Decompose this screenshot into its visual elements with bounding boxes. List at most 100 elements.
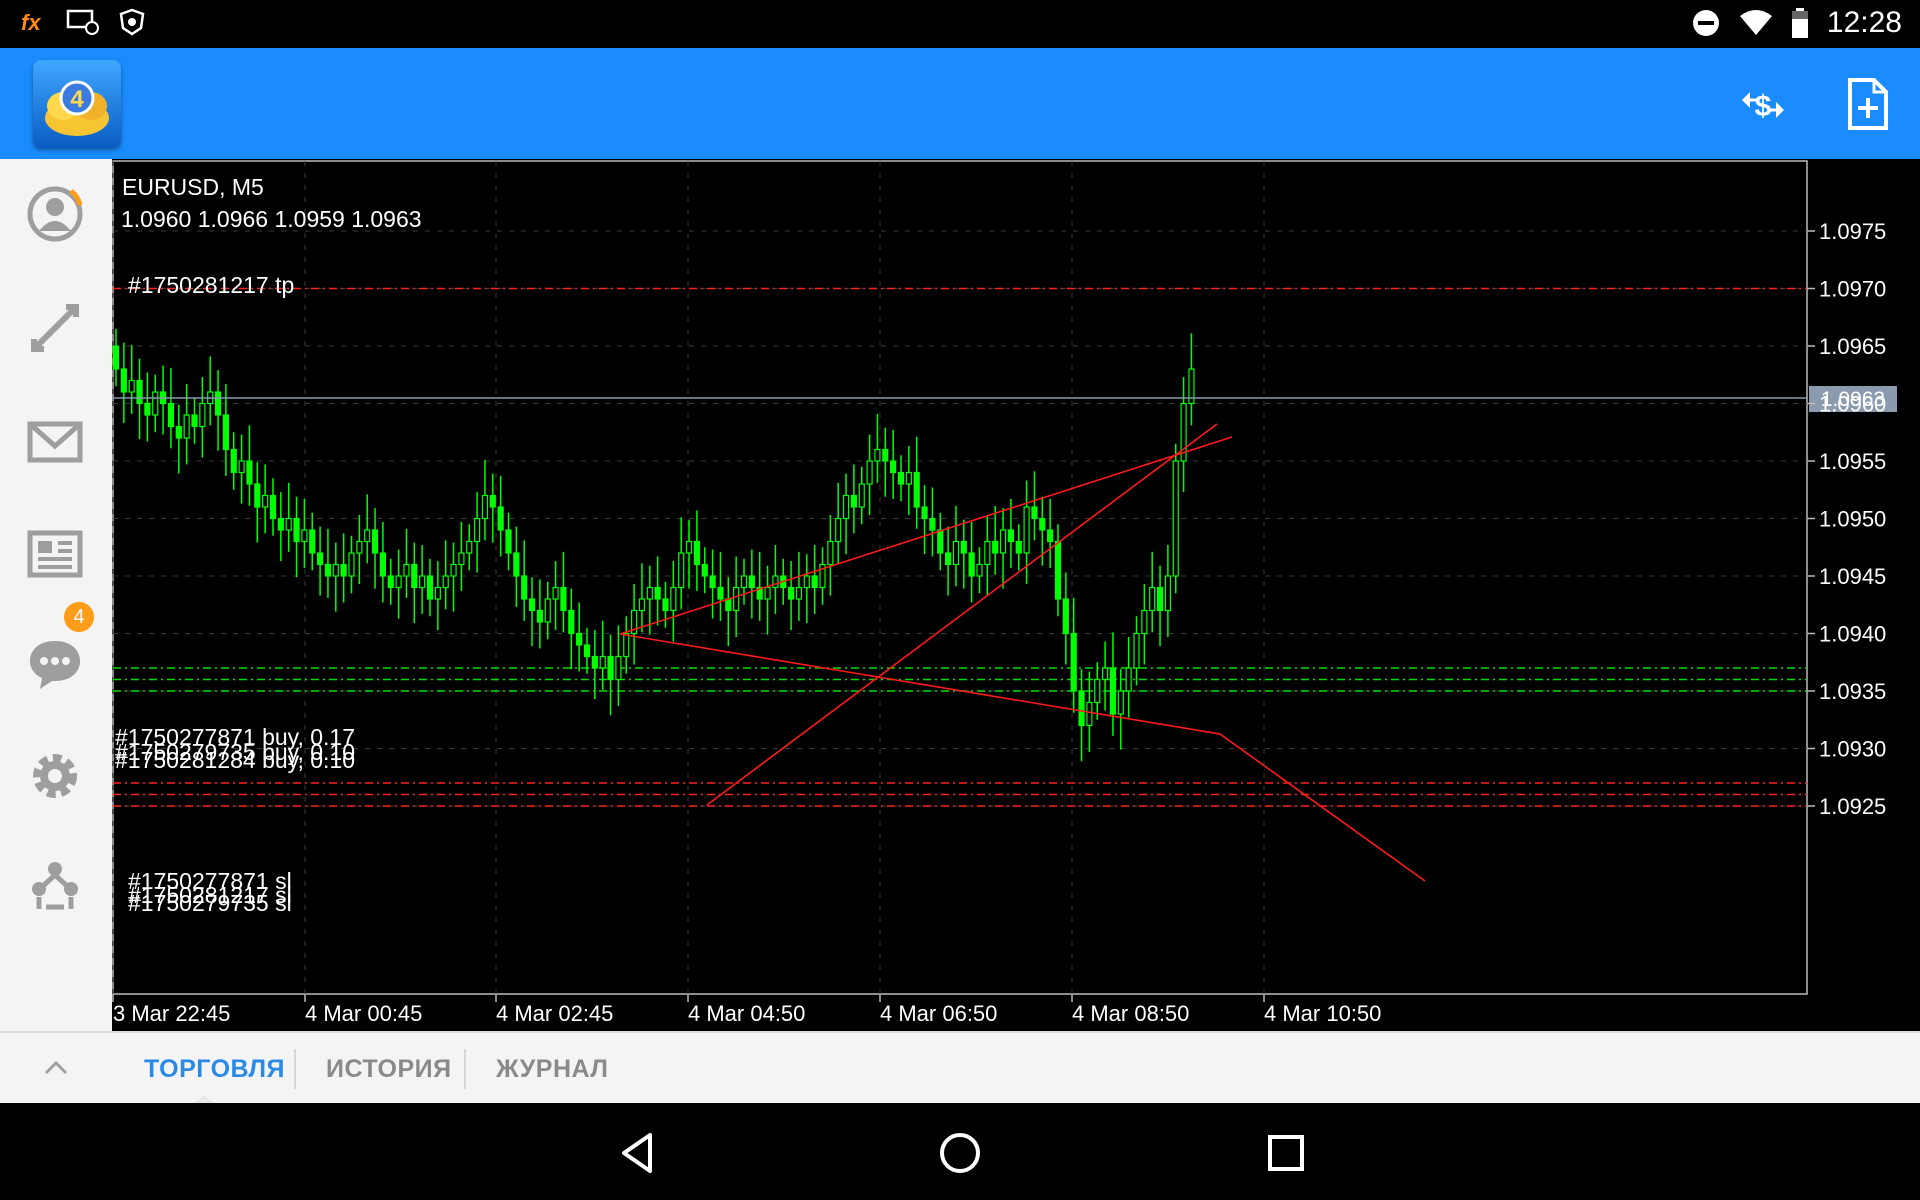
candle-body: [937, 529, 944, 554]
candle-body: [1141, 609, 1148, 635]
trade-arrows-icon[interactable]: [26, 299, 84, 357]
candle-body: [607, 655, 614, 681]
candle-body: [1172, 460, 1179, 577]
candle-body: [269, 494, 277, 520]
tab-history[interactable]: ИСТОРИЯ: [326, 1055, 452, 1084]
candle-body: [442, 575, 449, 589]
metatrader-4-logo[interactable]: 4: [33, 60, 121, 148]
candle-body: [419, 575, 426, 589]
candle-body: [1007, 529, 1015, 543]
candle-body: [999, 529, 1007, 554]
candle-body: [842, 494, 850, 520]
bottom-tab-bar: ТОРГОВЛЯ ИСТОРИЯ ЖУРНАЛ: [0, 1031, 1920, 1105]
traders-community-icon[interactable]: [26, 857, 84, 915]
candle-body: [1133, 632, 1140, 669]
candle-body: [740, 575, 748, 589]
candle-body: [513, 552, 520, 577]
y-tick-label: 1.0945: [1819, 564, 1886, 589]
accounts-icon[interactable]: [26, 185, 84, 243]
chart-symbol: EURUSD, M5: [122, 174, 264, 200]
candle-body: [356, 540, 363, 554]
chat-icon[interactable]: [26, 635, 84, 693]
candle-body: [623, 632, 630, 658]
sidebar: 4: [0, 159, 112, 1031]
candle-body: [897, 471, 905, 485]
candle-body: [913, 471, 920, 508]
candle-body: [317, 552, 324, 566]
candle-body: [332, 563, 339, 577]
candle-body: [246, 460, 253, 485]
candle-body: [1023, 506, 1030, 554]
candle-body: [992, 540, 999, 554]
price-chart[interactable]: 1.0963 EURUSD, M5 1.0960 1.0966 1.0959 1…: [112, 159, 1920, 1031]
battery-icon: [1791, 8, 1808, 38]
y-tick-label: 1.0965: [1819, 334, 1886, 359]
chart-area[interactable]: 1.0963 EURUSD, M5 1.0960 1.0966 1.0959 1…: [112, 159, 1920, 1031]
candle-body: [787, 586, 795, 600]
android-nav-bar: [0, 1103, 1920, 1200]
time-axis: 3 Mar 22:45 4 Mar 00:45 4 Mar 02:45 4 Mar 0…: [112, 994, 1381, 1026]
candle-body: [685, 540, 693, 554]
x-tick-label: 4 Mar 10:50: [1264, 1001, 1381, 1026]
candle-body: [536, 609, 543, 623]
y-tick-label: 1.0930: [1819, 737, 1886, 762]
candle-body: [214, 391, 222, 416]
home-icon[interactable]: [938, 1131, 982, 1175]
remote-display-icon: [66, 9, 99, 35]
candle-body: [1101, 667, 1109, 681]
y-tick-label: 1.0940: [1819, 622, 1886, 647]
candle-body: [1070, 632, 1077, 692]
shield-icon: [119, 8, 145, 36]
back-icon[interactable]: [618, 1131, 658, 1175]
candle-body: [458, 552, 465, 566]
candle-body: [379, 552, 386, 577]
candle-body: [882, 448, 889, 462]
svg-text:4: 4: [70, 86, 84, 113]
recents-icon[interactable]: [1266, 1133, 1306, 1173]
candle-body: [725, 598, 732, 612]
candle-body: [764, 586, 771, 600]
candle-body: [1054, 540, 1062, 600]
candle-body: [199, 402, 206, 428]
chart-ohlc: 1.0960 1.0966 1.0959 1.0963: [121, 206, 422, 232]
settings-icon[interactable]: [26, 747, 84, 805]
candle-body: [638, 598, 646, 612]
candle-body: [599, 655, 606, 669]
mail-icon[interactable]: [26, 414, 84, 472]
candle-body: [701, 563, 708, 577]
candle-body: [222, 414, 230, 451]
tab-trade[interactable]: ТОРГОВЛЯ: [144, 1055, 285, 1084]
new-order-icon[interactable]: [1846, 78, 1890, 132]
price-axis: 1.0975 1.0970 1.0965 1.0960 1.0955 1.0950 1.09…: [1807, 219, 1886, 819]
candle-body: [191, 414, 198, 428]
candle-body: [371, 529, 379, 554]
x-tick-label: 4 Mar 08:50: [1072, 1001, 1189, 1026]
expand-up-icon[interactable]: [40, 1051, 72, 1083]
candle-body: [960, 540, 967, 554]
candle-body: [1047, 529, 1054, 543]
x-tick-label: 4 Mar 04:50: [688, 1001, 805, 1026]
candle-body: [528, 598, 536, 612]
candle-body: [678, 552, 685, 589]
news-icon[interactable]: [26, 525, 84, 583]
candle-body: [1078, 690, 1085, 727]
status-time: 12:28: [1826, 6, 1902, 39]
tab-journal[interactable]: ЖУРНАЛ: [496, 1055, 608, 1084]
candle-body: [521, 575, 528, 600]
candle-body: [772, 575, 779, 589]
trade-icon[interactable]: $: [1736, 78, 1790, 132]
candle-body: [285, 517, 292, 531]
candle-body: [944, 552, 952, 566]
candle-body: [426, 575, 434, 600]
candle-body: [1086, 701, 1093, 727]
candle-body: [324, 563, 332, 577]
candle-body: [890, 460, 897, 474]
tp-label: #1750281217 tp: [128, 272, 294, 298]
candle-body: [795, 586, 803, 600]
candle-body: [874, 448, 881, 462]
candle-body: [1094, 678, 1101, 704]
candle-body: [1015, 540, 1022, 554]
candle-body: [387, 575, 394, 589]
candle-body: [277, 517, 284, 531]
x-tick-label: 4 Mar 00:45: [305, 1001, 422, 1026]
